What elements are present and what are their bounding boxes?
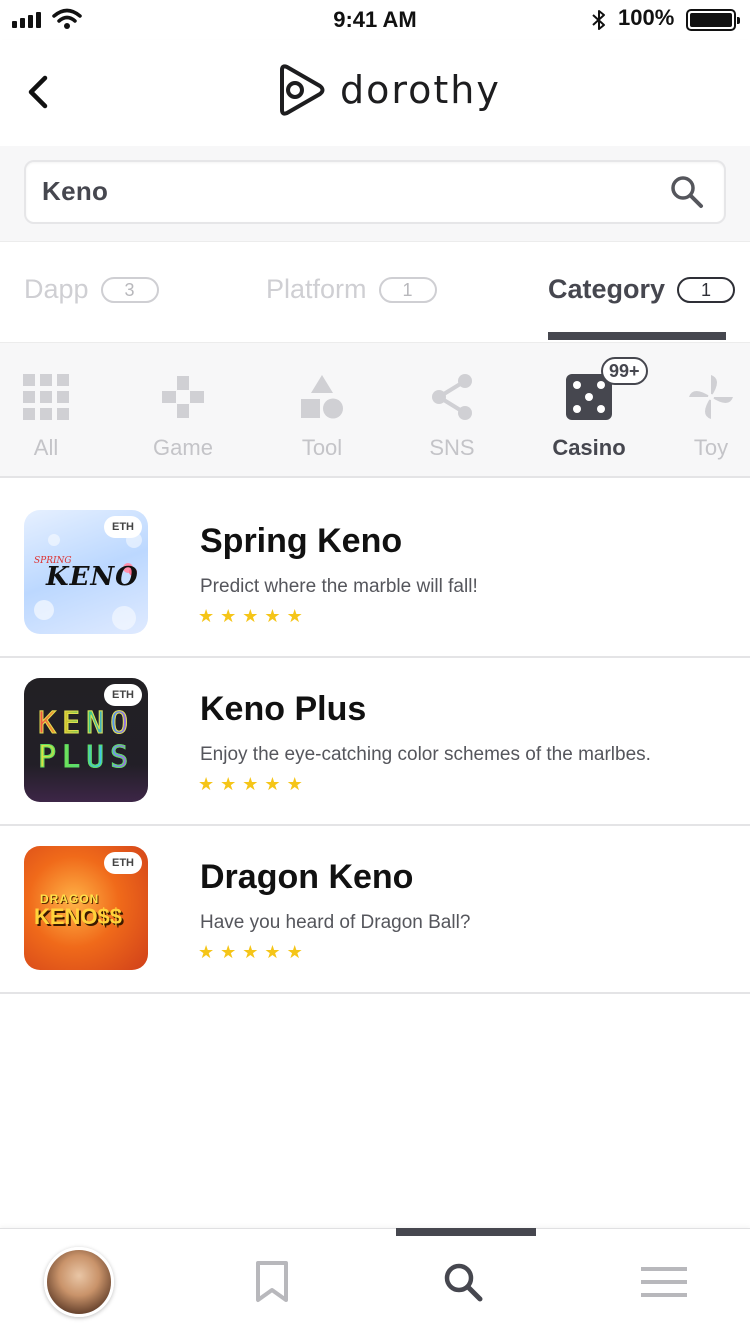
pinwheel-icon <box>689 375 733 419</box>
star-rating: ★ ★ ★ ★ ★ <box>198 944 303 962</box>
star-icon: ★ <box>264 942 281 963</box>
battery-percent: 100% <box>618 5 675 30</box>
search-section: Keno <box>0 146 750 242</box>
tab-category[interactable]: Category 1 <box>548 274 736 305</box>
chain-badge: ETH <box>104 516 142 538</box>
category-casino[interactable]: 99+ Casino <box>529 357 649 461</box>
tab-label: Platform <box>266 274 367 304</box>
app-thumbnail: ETH DRAGON KENO$$ <box>24 846 148 970</box>
tab-count: 1 <box>378 276 437 303</box>
brand-name: dorothy <box>340 68 501 112</box>
star-icon: ★ <box>220 774 237 795</box>
active-nav-indicator <box>396 1228 536 1236</box>
tab-count: 3 <box>100 276 159 303</box>
star-icon: ★ <box>286 774 303 795</box>
list-item[interactable]: ETH SPRING KENO Spring Keno Predict wher… <box>0 490 750 658</box>
list-item[interactable]: ETH DRAGON KENO$$ Dragon Keno Have you h… <box>0 826 750 994</box>
nav-menu[interactable] <box>629 1247 699 1317</box>
star-rating: ★ ★ ★ ★ ★ <box>198 608 303 626</box>
category-label: Casino <box>552 435 626 460</box>
avatar <box>44 1247 114 1317</box>
category-all[interactable]: All <box>0 369 106 461</box>
category-label: SNS <box>429 435 475 460</box>
dorothy-play-logo-icon <box>280 64 325 116</box>
shapes-icon <box>301 375 343 419</box>
app-thumbnail: ETH SPRING KENO <box>24 510 148 634</box>
app-thumbnail: ETH KENO PLUS <box>24 678 148 802</box>
category-label: All <box>33 435 59 460</box>
hamburger-menu-icon <box>641 1267 687 1297</box>
star-icon: ★ <box>198 606 215 627</box>
category-label: Tool <box>301 435 343 460</box>
active-tab-indicator <box>548 332 726 340</box>
chain-badge: ETH <box>104 852 142 874</box>
category-label: Toy <box>693 435 729 460</box>
chevron-left-icon <box>28 75 48 109</box>
category-label: Game <box>153 435 213 460</box>
search-input-value: Keno <box>42 176 109 206</box>
app-description: Have you heard of Dragon Ball? <box>200 912 471 933</box>
star-icon: ★ <box>264 606 281 627</box>
thumb-text: KENO$$ <box>34 904 123 929</box>
nav-search[interactable] <box>428 1247 498 1317</box>
category-toy[interactable]: Toy <box>651 369 750 461</box>
gamepad-icon <box>162 376 204 418</box>
bottom-nav <box>0 1228 750 1334</box>
battery-icon <box>686 9 740 31</box>
grid-icon <box>23 374 69 420</box>
star-icon: ★ <box>198 774 215 795</box>
thumb-text: KENO <box>37 706 135 742</box>
app-header: dorothy <box>0 40 750 146</box>
thumb-subtext: PLUS <box>37 740 135 776</box>
tab-dapp[interactable]: Dapp 3 <box>24 274 159 305</box>
search-icon[interactable] <box>670 175 704 209</box>
app-description: Predict where the marble will fall! <box>200 576 478 597</box>
star-icon: ★ <box>242 774 259 795</box>
app-title: Dragon Keno <box>200 858 414 896</box>
status-bar: 9:41 AM 100% <box>0 0 750 40</box>
star-rating: ★ ★ ★ ★ ★ <box>198 776 303 794</box>
category-strip: All Game Tool SNS 99+ Casino Toy <box>0 342 750 478</box>
nav-bookmarks[interactable] <box>237 1247 307 1317</box>
category-sns[interactable]: SNS <box>392 369 512 461</box>
app-title: Keno Plus <box>200 690 367 728</box>
bookmark-icon <box>256 1261 288 1302</box>
star-icon: ★ <box>286 606 303 627</box>
thumb-text: KENO <box>46 562 139 592</box>
category-tool[interactable]: Tool <box>262 369 382 461</box>
tab-label: Category <box>548 274 666 304</box>
brand-logo: dorothy <box>276 62 501 118</box>
back-button[interactable] <box>18 70 58 114</box>
star-icon: ★ <box>242 606 259 627</box>
star-icon: ★ <box>220 606 237 627</box>
search-input[interactable]: Keno <box>24 160 726 224</box>
casino-count-badge: 99+ <box>601 357 648 385</box>
star-icon: ★ <box>220 942 237 963</box>
star-icon: ★ <box>286 942 303 963</box>
star-icon: ★ <box>242 942 259 963</box>
category-game[interactable]: Game <box>123 369 243 461</box>
star-icon: ★ <box>198 942 215 963</box>
star-icon: ★ <box>264 774 281 795</box>
bluetooth-icon <box>592 10 605 30</box>
filter-tabs: Dapp 3 Platform 1 Category 1 <box>0 242 750 342</box>
tab-platform[interactable]: Platform 1 <box>266 274 437 305</box>
app-description: Enjoy the eye-catching color schemes of … <box>200 744 651 765</box>
search-icon <box>444 1263 483 1302</box>
chain-badge: ETH <box>104 684 142 706</box>
tab-label: Dapp <box>24 274 89 304</box>
share-icon <box>432 374 472 420</box>
tab-count: 1 <box>677 276 736 303</box>
app-list: ETH SPRING KENO Spring Keno Predict wher… <box>0 490 750 994</box>
app-title: Spring Keno <box>200 522 403 560</box>
nav-profile[interactable] <box>44 1247 114 1317</box>
list-item[interactable]: ETH KENO PLUS Keno Plus Enjoy the eye-ca… <box>0 658 750 826</box>
